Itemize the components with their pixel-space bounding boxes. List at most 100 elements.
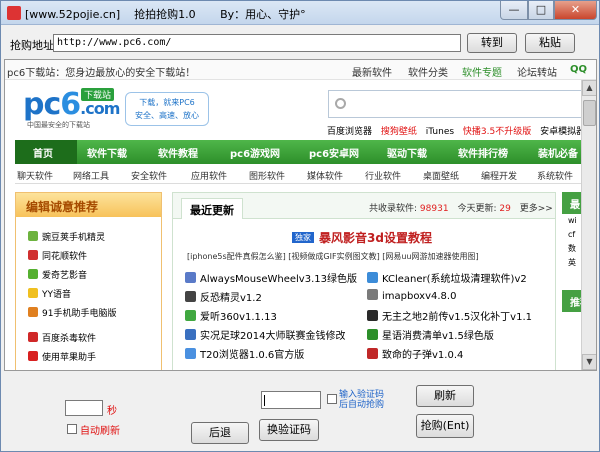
buy-button[interactable]: 抢购(Ent) (416, 414, 474, 438)
browser-view[interactable]: pc6下载站：您身边最放心的安全下载站！ 最新软件 软件分类 软件专题 论坛转站… (4, 59, 597, 371)
list-item-label: 同花顺软件 (42, 252, 88, 262)
top-link[interactable]: 软件分类 (408, 64, 448, 79)
more-link[interactable]: 更多>> (520, 204, 553, 214)
list-item[interactable]: 致命的子弹v1.0.4 (367, 346, 463, 361)
auto-refresh-checkbox[interactable] (67, 424, 77, 434)
url-label: 抢购地址: (10, 39, 58, 52)
list-item[interactable]: 星语消费清单v1.5绿色版 (367, 327, 494, 342)
hot-link[interactable]: 搜狗壁纸 (381, 127, 417, 137)
close-button[interactable]: ✕ (554, 1, 597, 20)
list-item-label: KCleaner(系统垃圾清理软件)v2 (382, 274, 527, 285)
hot-link[interactable]: 安卓模拟器 (540, 127, 585, 137)
headline-text: 暴风影音3d设置教程 (319, 231, 432, 245)
app-icon (28, 307, 38, 317)
hot-link[interactable]: iTunes (426, 127, 454, 137)
list-item[interactable]: 百度杀毒软件 (28, 331, 96, 344)
subnav-item[interactable]: 网络工具 (73, 169, 109, 182)
nav-item[interactable]: 驱动下载 (387, 145, 427, 160)
list-item[interactable]: 反恐精灵v1.2 (185, 289, 262, 304)
sub-nav: 聊天软件 网络工具 安全软件 应用软件 图形软件 媒体软件 行业软件 桌面壁纸 … (15, 166, 596, 184)
list-item[interactable]: KCleaner(系统垃圾清理软件)v2 (367, 270, 527, 285)
captcha-input[interactable] (261, 391, 321, 409)
sub-headlines[interactable]: [iphone5s配件真假怎么鉴] [视频做成GIF实例图文教] [网易uu网游… (187, 251, 479, 262)
list-item-label: 百度杀毒软件 (42, 334, 97, 344)
seconds-input[interactable] (65, 400, 103, 416)
list-item-label: 91手机助手电脑版 (42, 309, 117, 319)
subnav-item[interactable]: 安全软件 (131, 169, 167, 182)
slogan-line: 下载，就来PC6 (139, 98, 195, 107)
logo-text-a: pc (23, 87, 61, 122)
app-icon (185, 310, 196, 321)
nav-item[interactable]: pc6游戏网 (230, 145, 280, 160)
nav-item[interactable]: 软件下载 (87, 145, 127, 160)
app-icon (185, 272, 196, 283)
app-icon (28, 288, 38, 298)
top-link[interactable]: 最新软件 (352, 64, 392, 79)
logo-tagline: 中国最安全的下载站 (27, 121, 90, 129)
url-bar: 抢购地址: http://www.pc6.com/ 转到 粘贴 (1, 27, 599, 59)
list-item[interactable]: imapboxv4.8.0 (367, 289, 456, 302)
list-item[interactable]: 91手机助手电脑版 (28, 306, 116, 319)
auto-buy-checkbox[interactable] (327, 394, 337, 404)
maximize-button[interactable]: □ (528, 1, 554, 20)
list-item-label: 爱奇艺影音 (42, 271, 88, 281)
url-input[interactable]: http://www.pc6.com/ (53, 34, 461, 52)
site-logo[interactable]: pc6.com 下载站 中国最安全的下载站 (23, 88, 123, 130)
nav-item[interactable]: 装机必备 (538, 145, 578, 160)
list-item[interactable]: 使用苹果助手 (28, 350, 96, 363)
subnav-item[interactable]: 编程开发 (481, 169, 517, 182)
top-link[interactable]: 论坛转站 (517, 64, 557, 79)
subnav-item[interactable]: 行业软件 (365, 169, 401, 182)
list-item[interactable]: AlwaysMouseWheelv3.13绿色版 (185, 270, 357, 285)
vertical-scrollbar[interactable]: ▲ ▼ (581, 80, 596, 370)
list-item[interactable]: 爱奇艺影音 (28, 268, 87, 281)
list-item[interactable]: 爱听360v1.1.13 (185, 308, 277, 323)
app-icon (28, 269, 38, 279)
main-nav: 首页 软件下载 软件教程 pc6游戏网 pc6安卓网 驱动下载 软件排行榜 装机… (15, 140, 596, 164)
change-captcha-button[interactable]: 换验证码 (259, 419, 319, 441)
back-button[interactable]: 后退 (191, 422, 249, 444)
list-item-label: 致命的子弹v1.0.4 (382, 350, 464, 361)
list-item[interactable]: 无主之地2前传v1.5汉化补丁v1.1 (367, 308, 532, 323)
subnav-item[interactable]: 聊天软件 (17, 169, 53, 182)
tab-latest[interactable]: 最近更新 (181, 198, 243, 219)
site-slogan: 下载，就来PC6 安全、高速、放心 (125, 92, 209, 126)
minimize-button[interactable]: — (500, 1, 528, 20)
subnav-item[interactable]: 系统软件 (537, 169, 573, 182)
list-item[interactable]: 豌豆荚手机精灵 (28, 230, 105, 243)
site-search-input[interactable] (328, 90, 590, 118)
refresh-button[interactable]: 刷新 (416, 385, 474, 407)
stat-value: 29 (499, 204, 511, 214)
list-item[interactable]: 同花顺软件 (28, 249, 87, 262)
nav-item[interactable]: 软件教程 (158, 145, 198, 160)
goto-button[interactable]: 转到 (467, 33, 517, 53)
list-item[interactable]: YY语音 (28, 287, 71, 300)
top-link[interactable]: 软件专题 (462, 64, 502, 79)
top-link[interactable]: QQ (570, 64, 587, 75)
nav-item[interactable]: 软件排行榜 (458, 145, 508, 160)
subnav-item[interactable]: 媒体软件 (307, 169, 343, 182)
scroll-up-icon[interactable]: ▲ (582, 80, 596, 96)
app-icon (367, 329, 378, 340)
list-item-label: YY语音 (42, 290, 71, 300)
nav-item-home[interactable]: 首页 (33, 145, 53, 160)
app-icon (367, 289, 378, 300)
scroll-down-icon[interactable]: ▼ (582, 354, 596, 370)
subnav-item[interactable]: 桌面壁纸 (423, 169, 459, 182)
subnav-item[interactable]: 应用软件 (191, 169, 227, 182)
logo-text-c: .com (80, 99, 120, 118)
logo-badge: 下载站 (81, 88, 115, 101)
app-icon (28, 332, 38, 342)
hot-link[interactable]: 快播3.5不升级版 (463, 127, 531, 137)
headline[interactable]: 独家 暴风影音3d设置教程 (292, 229, 432, 246)
app-window: [www.52pojie.cn] 抢拍抢购1.0 By：用心、守护° — □ ✕… (0, 0, 600, 452)
paste-button[interactable]: 粘贴 (525, 33, 575, 53)
subnav-item[interactable]: 图形软件 (249, 169, 285, 182)
hot-link[interactable]: 百度浏览器 (327, 127, 372, 137)
nav-item[interactable]: pc6安卓网 (309, 145, 359, 160)
window-title: [www.52pojie.cn] 抢拍抢购1.0 By：用心、守护° (25, 8, 306, 21)
editor-pick-title: 编辑诚意推荐 (16, 193, 161, 217)
scroll-thumb[interactable] (583, 100, 596, 126)
list-item[interactable]: 实况足球2014大师联赛金钱修改 (185, 327, 345, 342)
list-item[interactable]: T20浏览器1.0.6官方版 (185, 346, 304, 361)
